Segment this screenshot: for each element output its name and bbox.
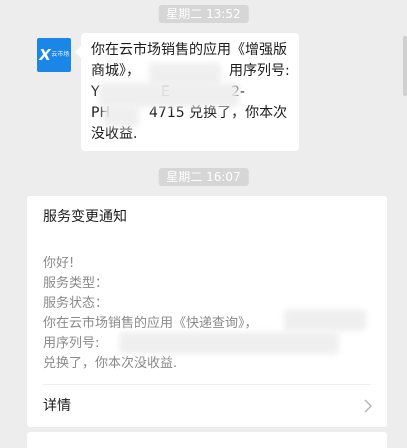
sender-avatar[interactable]: X 云市场: [37, 38, 71, 72]
message-line: 没收益.: [91, 126, 138, 142]
scrollbar[interactable]: [401, 0, 407, 448]
message-timestamp: 星期二 13:52: [158, 5, 249, 23]
chat-window: 星期二 13:52 X 云市场 你在云市场销售的应用《增强版 商城》， 用序列号…: [0, 0, 407, 448]
card-line: 你在云市场销售的应用《快递查询》，: [43, 316, 258, 331]
card-line: 用序列号:: [43, 336, 100, 351]
card-title: 服务变更通知: [43, 209, 127, 225]
message-line: 商城》， 用序列号:: [91, 63, 290, 79]
message-bubble[interactable]: 你在云市场销售的应用《增强版 商城》， 用序列号: Y E 2- PH 4715…: [75, 33, 299, 151]
next-card-partial: [27, 432, 387, 448]
card-line: 服务状态：: [43, 296, 109, 311]
scrollbar-thumb[interactable]: [403, 36, 407, 96]
card-line: 服务类型：: [43, 276, 109, 291]
cloud-market-logo-icon: X: [37, 45, 52, 64]
card-line: 你好!: [43, 256, 75, 271]
message-timestamp: 星期二 16:07: [158, 168, 249, 186]
details-link[interactable]: 详情: [27, 385, 387, 427]
chevron-right-icon: [364, 399, 372, 413]
notification-card[interactable]: 服务变更通知 你好! 服务类型： 服务状态： 你在云市场销售的应用《快递查询》，…: [27, 196, 387, 427]
message-line: Y E 2-: [91, 84, 245, 100]
card-body: 你好! 服务类型： 服务状态： 你在云市场销售的应用《快递查询》， 用序列号: …: [43, 254, 373, 374]
card-line: 兑换了，你本次没收益.: [43, 356, 178, 371]
avatar-brand-text: 云市场: [51, 51, 70, 58]
message-line: 你在云市场销售的应用《增强版: [91, 42, 287, 58]
message-line: PH 4715 兑换了，你本次: [91, 105, 288, 121]
details-label: 详情: [43, 398, 71, 414]
